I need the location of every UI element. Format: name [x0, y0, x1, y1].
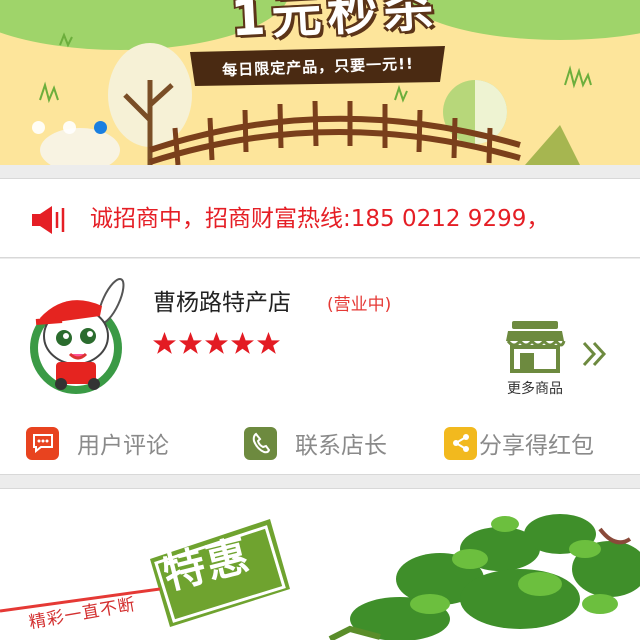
star-icon	[205, 332, 228, 354]
carousel-indicator	[32, 121, 107, 134]
user-reviews-button[interactable]: 用户评论	[26, 419, 169, 467]
chevron-right-icon[interactable]	[582, 339, 608, 369]
user-reviews-label: 用户评论	[77, 433, 169, 459]
carousel-dot[interactable]	[63, 121, 76, 134]
store-rating	[152, 331, 281, 356]
promo-banner[interactable]: 1元秒杀 每日限定产品，只要一元!!	[0, 0, 640, 165]
announcement-bar: 诚招商中，招商财富热线:185 0212 9299，	[0, 178, 640, 258]
comment-icon	[26, 426, 59, 460]
contact-owner-label: 联系店长	[295, 433, 387, 459]
phone-icon	[244, 426, 277, 460]
share-redpacket-label: 分享得红包	[479, 433, 594, 459]
share-redpacket-button[interactable]: 分享得红包	[444, 419, 594, 467]
store-actions: 用户评论 联系店长 分享得红包	[0, 419, 640, 467]
promo-section[interactable]: 特惠 精彩一直不断	[0, 488, 640, 640]
store-card: 曹杨路特产店 (营业中) 更多商品 用户评论 联系店长 分享得红包	[0, 259, 640, 475]
more-products-button[interactable]: 更多商品	[500, 319, 570, 399]
speaker-icon	[32, 206, 65, 234]
carousel-dot[interactable]	[32, 121, 45, 134]
star-icon	[231, 332, 254, 354]
store-status-badge: (营业中)	[327, 295, 392, 315]
store-name[interactable]: 曹杨路特产店	[153, 283, 291, 317]
star-icon	[179, 332, 202, 354]
carousel-dot-active[interactable]	[94, 121, 107, 134]
star-icon	[257, 332, 280, 354]
announcement-text: 诚招商中，招商财富热线:185 0212 9299，	[90, 206, 550, 232]
contact-owner-button[interactable]: 联系店长	[244, 419, 387, 467]
more-products-label: 更多商品	[507, 381, 563, 397]
store-logo[interactable]	[16, 276, 136, 394]
star-icon	[153, 332, 176, 354]
share-icon	[444, 426, 477, 460]
shop-icon	[506, 321, 566, 373]
